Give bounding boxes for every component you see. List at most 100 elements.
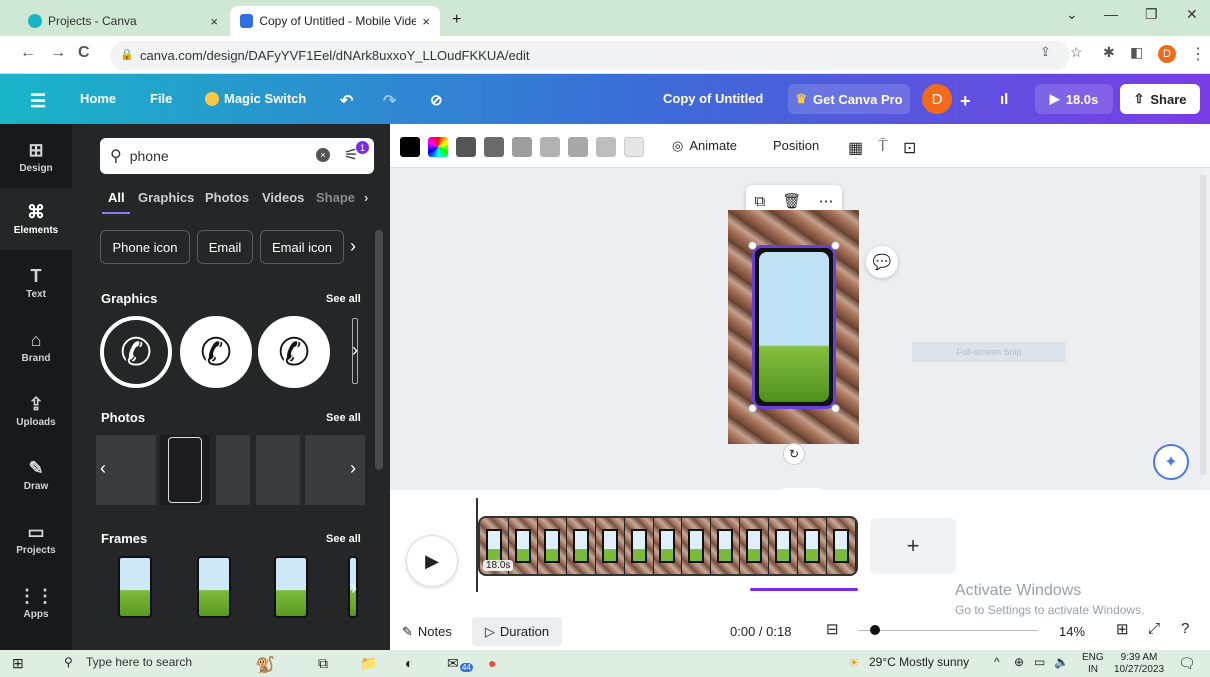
grid-view-icon[interactable]: ⊞ xyxy=(1116,620,1129,638)
rail-item-draw[interactable]: ✎ Draw xyxy=(0,444,72,506)
color-swatch[interactable] xyxy=(400,137,420,157)
cloud-saved-icon[interactable]: ⊘ xyxy=(430,91,443,109)
restore-icon[interactable]: ❐ xyxy=(1145,6,1158,23)
zoom-slider-track[interactable] xyxy=(858,630,1038,631)
phone-frame-element[interactable] xyxy=(752,245,836,409)
paint-roller-icon[interactable]: ⍑ xyxy=(878,138,888,156)
suggestion-chip[interactable]: Email icon xyxy=(260,230,344,264)
volume-icon[interactable]: 🔈 xyxy=(1054,655,1069,669)
phone-frame[interactable] xyxy=(274,556,308,618)
color-swatch[interactable] xyxy=(540,137,560,157)
suggestion-chip[interactable]: Phone icon xyxy=(100,230,190,264)
edge-icon[interactable]: ◐ xyxy=(405,655,413,671)
reload-icon[interactable]: C xyxy=(78,44,90,62)
share-page-icon[interactable]: ⇪ xyxy=(1040,44,1051,60)
canvas-scrollbar[interactable] xyxy=(1200,175,1206,475)
phone-frame[interactable] xyxy=(118,556,152,618)
mail-icon[interactable]: ✉ xyxy=(447,655,459,672)
magic-assistant-icon[interactable]: ✦ xyxy=(1153,444,1189,480)
animate-button[interactable]: ◎ Animate xyxy=(672,138,737,154)
back-icon[interactable]: ← xyxy=(20,44,36,62)
graphics-next-icon[interactable]: › xyxy=(352,340,358,361)
suggestion-chip[interactable]: Email xyxy=(197,230,253,264)
resize-handle[interactable] xyxy=(748,404,757,413)
undo-icon[interactable]: ↶ xyxy=(340,91,353,111)
duplicate-icon[interactable]: ⧉ xyxy=(755,193,766,210)
share-button[interactable]: ⇧ Share xyxy=(1120,84,1200,114)
play-preview-button[interactable]: ▶ 18.0s xyxy=(1035,84,1113,114)
tab-all[interactable]: All xyxy=(108,190,125,205)
close-tab-icon[interactable]: × xyxy=(210,14,218,29)
file-explorer-icon[interactable]: 📁 xyxy=(360,655,377,672)
phone-frame[interactable] xyxy=(197,556,231,618)
search-box[interactable]: ⚲ phone × ⚟ 1 xyxy=(100,138,374,174)
duration-button[interactable]: ▷ Duration xyxy=(472,617,562,646)
tab-photos[interactable]: Photos xyxy=(205,190,249,205)
rail-item-elements[interactable]: ⌘ Elements xyxy=(0,188,72,250)
new-tab-button[interactable]: + xyxy=(452,11,461,29)
task-view-icon[interactable]: ⧉ xyxy=(318,655,328,672)
weather-icon[interactable]: ☀ xyxy=(848,655,860,671)
position-button[interactable]: Position xyxy=(773,138,819,153)
page-view-icon[interactable]: ⊟ xyxy=(826,620,839,638)
extensions-icon[interactable]: ✱ xyxy=(1103,44,1115,61)
resize-handle[interactable] xyxy=(831,241,840,250)
color-swatch[interactable] xyxy=(484,137,504,157)
lock-element-icon[interactable]: ⊡ xyxy=(903,138,916,158)
rail-item-design[interactable]: ⊞ Design xyxy=(0,126,72,188)
tab-projects[interactable]: Projects - Canva × xyxy=(18,6,228,36)
photo-thumbnail[interactable] xyxy=(216,435,250,505)
rail-item-uploads[interactable]: ⇪ Uploads xyxy=(0,380,72,442)
tab-search-chevron-icon[interactable]: ⌄ xyxy=(1066,6,1078,23)
browser-menu-icon[interactable]: ⋮ xyxy=(1190,44,1206,64)
see-all-photos-link[interactable]: See all xyxy=(326,412,361,424)
notifications-icon[interactable]: 🗨 xyxy=(1178,655,1196,672)
file-menu[interactable]: File xyxy=(150,91,172,106)
profile-avatar[interactable]: D xyxy=(1158,45,1176,63)
see-all-frames-link[interactable]: See all xyxy=(326,533,361,545)
color-picker-swatch[interactable] xyxy=(428,137,448,157)
zoom-level[interactable]: 14% xyxy=(1059,624,1085,639)
tab-design[interactable]: Copy of Untitled - Mobile Video × xyxy=(230,6,440,36)
magic-switch-button[interactable]: Magic Switch xyxy=(205,91,306,106)
rail-item-apps[interactable]: ⋮⋮ Apps xyxy=(0,572,72,634)
phone-graphic-white[interactable]: ✆ xyxy=(180,316,252,388)
zoom-slider-thumb[interactable] xyxy=(870,625,880,635)
user-avatar[interactable]: D xyxy=(922,84,952,114)
tray-chevron-icon[interactable]: ^ xyxy=(994,655,1000,669)
more-options-icon[interactable]: ⋯ xyxy=(818,192,833,210)
battery-icon[interactable]: ▭ xyxy=(1034,655,1045,669)
tab-shapes[interactable]: Shape xyxy=(316,190,355,205)
color-swatch[interactable] xyxy=(624,137,644,157)
address-bar[interactable]: 🔒 canva.com/design/DAFyYVF1Eel/dNArk8uxx… xyxy=(110,41,1070,70)
bookmark-star-icon[interactable]: ☆ xyxy=(1070,44,1083,61)
transparency-icon[interactable]: ▦ xyxy=(848,138,863,158)
close-tab-icon[interactable]: × xyxy=(422,14,430,29)
menu-icon[interactable]: ☰ xyxy=(30,91,46,112)
frames-next-icon[interactable]: › xyxy=(351,578,357,599)
rail-item-projects[interactable]: ▭ Projects xyxy=(0,508,72,570)
color-swatch[interactable] xyxy=(512,137,532,157)
clear-search-icon[interactable]: × xyxy=(316,148,330,162)
tab-graphics[interactable]: Graphics xyxy=(138,190,194,205)
trash-icon[interactable]: 🗑 xyxy=(782,192,801,210)
fullscreen-icon[interactable]: ⤢ xyxy=(1148,620,1160,637)
tab-videos[interactable]: Videos xyxy=(262,190,304,205)
taskbar-search-input[interactable]: Type here to search xyxy=(86,655,192,669)
insights-icon[interactable]: ıl xyxy=(1000,91,1008,108)
forward-icon[interactable]: → xyxy=(50,44,66,62)
rail-item-brand[interactable]: ⌂ Brand xyxy=(0,316,72,378)
get-canva-pro-button[interactable]: ♛ Get Canva Pro xyxy=(788,84,910,114)
document-title[interactable]: Copy of Untitled xyxy=(663,91,763,106)
audio-track-bar[interactable] xyxy=(750,588,858,591)
add-comment-icon[interactable]: 💬 xyxy=(866,246,898,278)
sidepanel-icon[interactable]: ◧ xyxy=(1130,44,1143,61)
clock[interactable]: 9:39 AM 10/27/2023 xyxy=(1114,652,1164,676)
tabs-next-icon[interactable]: › xyxy=(364,190,368,205)
chips-next-icon[interactable]: › xyxy=(350,236,356,257)
phone-graphic-outline[interactable]: ✆ xyxy=(100,316,172,388)
color-swatch[interactable] xyxy=(456,137,476,157)
minimize-icon[interactable]: — xyxy=(1104,6,1118,22)
add-collaborator-icon[interactable]: + xyxy=(960,91,971,112)
photos-prev-icon[interactable]: ‹ xyxy=(100,458,106,479)
